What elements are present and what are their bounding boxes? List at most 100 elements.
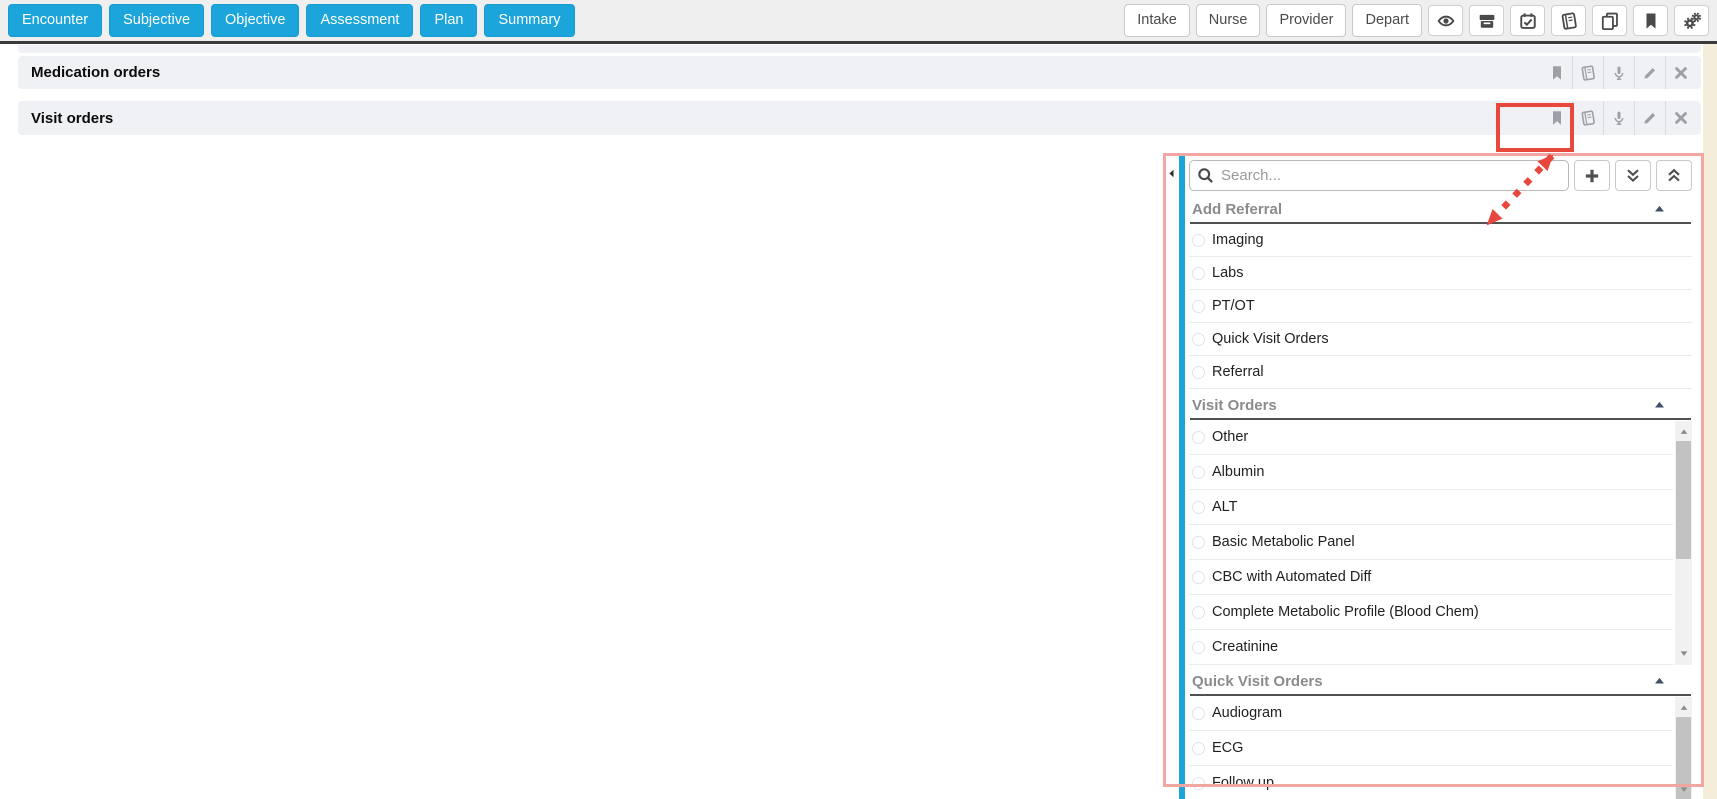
role-button-depart[interactable]: Depart (1352, 4, 1422, 37)
order-item-imaging[interactable]: Imaging (1189, 224, 1692, 257)
order-item-pt-ot[interactable]: PT/OT (1189, 290, 1692, 323)
role-button-nurse[interactable]: Nurse (1196, 4, 1261, 37)
book-button[interactable] (1572, 101, 1603, 135)
bookmark-icon (1549, 65, 1565, 81)
section-title: Visit orders (31, 110, 113, 127)
pencil-button[interactable] (1634, 56, 1665, 89)
order-item-audiogram[interactable]: Audiogram (1189, 696, 1673, 731)
item-radio[interactable] (1192, 431, 1205, 444)
expand-all-button[interactable] (1656, 160, 1692, 191)
microphone-button[interactable] (1603, 101, 1634, 135)
order-item-labs[interactable]: Labs (1189, 257, 1692, 290)
group-collapse-button[interactable] (1653, 399, 1666, 412)
nav-tab-summary[interactable]: Summary (484, 4, 574, 37)
bookmark-button[interactable] (1633, 5, 1668, 36)
order-item-basic-metabolic-panel[interactable]: Basic Metabolic Panel (1189, 525, 1673, 560)
item-radio[interactable] (1192, 300, 1205, 313)
item-radio[interactable] (1192, 777, 1205, 790)
item-radio[interactable] (1192, 606, 1205, 619)
bookmark-button[interactable] (1541, 101, 1572, 135)
panel-collapse-button[interactable] (1166, 164, 1179, 182)
top-toolbar: EncounterSubjectiveObjectiveAssessmentPl… (0, 0, 1717, 44)
item-label: Imaging (1212, 232, 1264, 248)
order-item-complete-metabolic-profile-blood-chem-[interactable]: Complete Metabolic Profile (Blood Chem) (1189, 595, 1673, 630)
scroll-up-button[interactable] (1675, 702, 1692, 714)
item-radio[interactable] (1192, 742, 1205, 755)
order-item-other[interactable]: Other (1189, 420, 1673, 455)
microphone-button[interactable] (1603, 56, 1634, 89)
scrollbar[interactable] (1675, 697, 1692, 799)
item-radio[interactable] (1192, 366, 1205, 379)
calendar-check-button[interactable] (1510, 5, 1545, 36)
toolbar-right-group: IntakeNurseProviderDepart (1124, 4, 1709, 37)
book-button[interactable] (1572, 56, 1603, 89)
group-title: Visit Orders (1192, 397, 1277, 414)
group-collapse-button[interactable] (1653, 203, 1666, 216)
scroll-up-button[interactable] (1675, 426, 1692, 438)
section-bar-medication-orders[interactable]: Medication orders (18, 56, 1701, 89)
role-button-intake[interactable]: Intake (1124, 4, 1190, 37)
order-item-follow-up[interactable]: Follow up (1189, 766, 1673, 799)
group-body-add-referral: Imaging LabsPT/OTQuick Visit Orders Referr… (1189, 224, 1692, 389)
bookmark-button[interactable] (1541, 56, 1572, 89)
order-item-referral[interactable]: Referral (1189, 356, 1692, 389)
settings-icon (1683, 12, 1701, 30)
group-title: Add Referral (1192, 201, 1282, 218)
pencil-icon (1642, 110, 1658, 126)
scrollbar[interactable] (1675, 421, 1692, 665)
item-label: ALT (1212, 499, 1238, 515)
item-label: Audiogram (1212, 705, 1282, 721)
order-item-ecg[interactable]: ECG (1189, 731, 1673, 766)
item-label: Other (1212, 429, 1248, 445)
item-radio[interactable] (1192, 466, 1205, 479)
item-radio[interactable] (1192, 641, 1205, 654)
group-body-quick-visit-orders: Audiogram ECG Follow up (1189, 696, 1692, 799)
plus-button[interactable] (1574, 160, 1610, 191)
section-bar-visit-orders[interactable]: Visit orders (18, 101, 1701, 135)
bookmark-icon (1549, 110, 1565, 126)
toolbar-icon-buttons (1428, 5, 1709, 36)
scroll-thumb[interactable] (1676, 441, 1691, 559)
panel-gutter (1166, 156, 1179, 799)
role-button-provider[interactable]: Provider (1266, 4, 1346, 37)
tri-down-sm-icon (1678, 648, 1690, 660)
order-item-cbc-with-automated-diff[interactable]: CBC with Automated Diff (1189, 560, 1673, 595)
item-radio[interactable] (1192, 536, 1205, 549)
order-item-albumin[interactable]: Albumin (1189, 455, 1673, 490)
item-radio[interactable] (1192, 501, 1205, 514)
section-bar-actions (1541, 56, 1696, 89)
eye-button[interactable] (1428, 5, 1463, 36)
nav-tab-encounter[interactable]: Encounter (8, 4, 102, 37)
section-bar-actions (1541, 101, 1696, 135)
order-item-creatinine[interactable]: Creatinine (1189, 630, 1673, 665)
scroll-down-button[interactable] (1675, 784, 1692, 796)
copy-button[interactable] (1592, 5, 1627, 36)
order-item-quick-visit-orders[interactable]: Quick Visit Orders (1189, 323, 1692, 356)
collapse-all-button[interactable] (1615, 160, 1651, 191)
pencil-button[interactable] (1634, 101, 1665, 135)
close-icon (1673, 110, 1689, 126)
search-input[interactable] (1189, 160, 1569, 191)
archive-button[interactable] (1469, 5, 1504, 36)
item-radio[interactable] (1192, 707, 1205, 720)
item-radio[interactable] (1192, 333, 1205, 346)
book-button[interactable] (1551, 5, 1586, 36)
scroll-down-button[interactable] (1675, 648, 1692, 660)
nav-tab-objective[interactable]: Objective (211, 4, 299, 37)
order-item-alt[interactable]: ALT (1189, 490, 1673, 525)
close-button[interactable] (1665, 56, 1696, 89)
nav-tab-assessment[interactable]: Assessment (306, 4, 413, 37)
nav-tab-plan[interactable]: Plan (420, 4, 477, 37)
close-button[interactable] (1665, 101, 1696, 135)
group-header-visit-orders: Visit Orders (1189, 389, 1692, 418)
item-radio[interactable] (1192, 571, 1205, 584)
group-collapse-button[interactable] (1653, 675, 1666, 688)
item-radio[interactable] (1192, 234, 1205, 247)
previous-section-bar-stub (18, 45, 1701, 53)
item-label: ECG (1212, 740, 1243, 756)
item-label: Referral (1212, 364, 1264, 380)
item-radio[interactable] (1192, 267, 1205, 280)
settings-button[interactable] (1674, 5, 1709, 36)
panel-action-buttons (1574, 160, 1692, 191)
nav-tab-subjective[interactable]: Subjective (109, 4, 204, 37)
